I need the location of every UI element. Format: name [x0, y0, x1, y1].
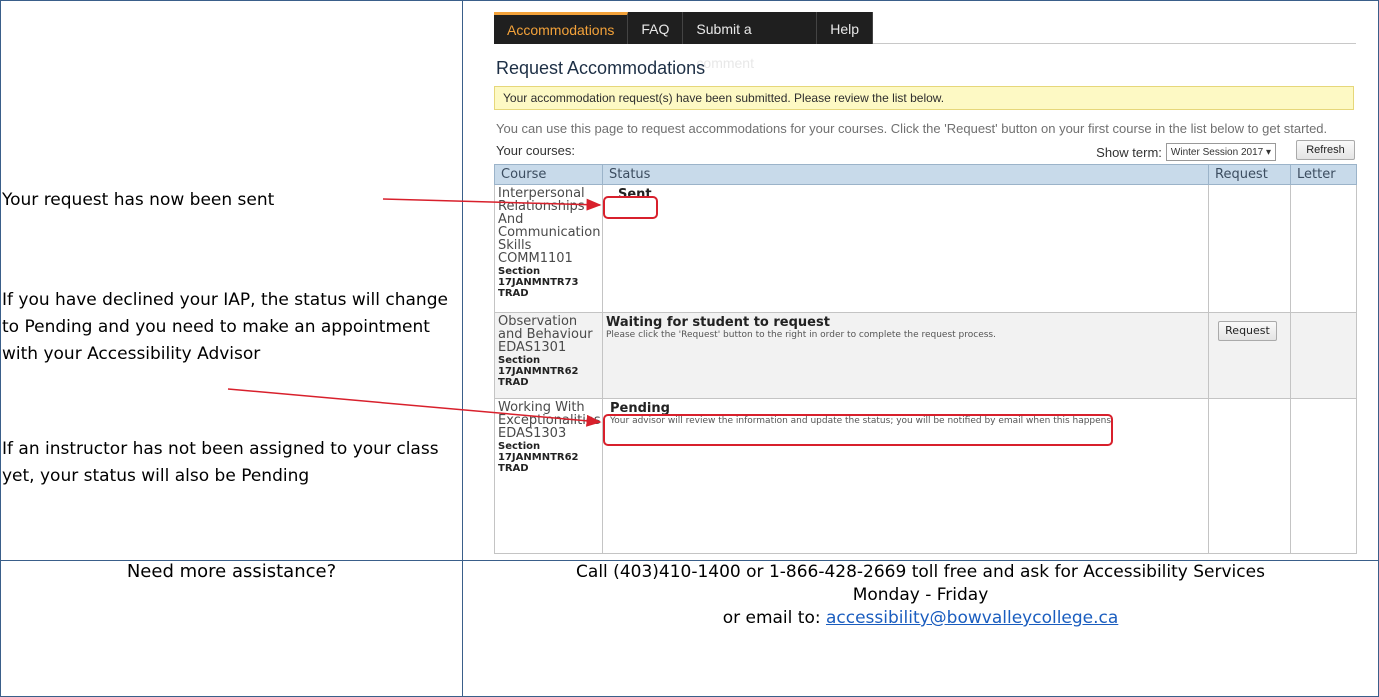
request-button[interactable]: Request — [1218, 321, 1277, 341]
status-text: Waiting for student to request — [606, 315, 830, 330]
course-section: Section 17JANMNTR62 TRAD — [498, 355, 579, 388]
pending-highlight-box — [603, 414, 1113, 446]
page-title: Request Accommodations — [496, 58, 706, 78]
courses-table: Course Status Request Letter Interperson… — [494, 164, 1357, 554]
header-status: Status — [602, 164, 1209, 185]
nav-bar: Accommodations FAQ Submit a comment Help — [494, 12, 873, 71]
course-section: Section 17JANMNTR62 TRAD — [498, 441, 579, 474]
intro-text: You can use this page to request accommo… — [496, 121, 1328, 136]
status-text: Sent — [618, 187, 652, 202]
header-letter: Letter — [1290, 164, 1357, 185]
show-term-group: Show term: Winter Session 2017 ▾ — [1096, 143, 1276, 161]
nav-divider — [873, 43, 1356, 44]
tab-faq[interactable]: FAQ — [628, 12, 684, 44]
note-sent: Your request has now been sent — [2, 190, 275, 210]
email-prefix: or email to: — [722, 608, 826, 628]
your-courses-label: Your courses: — [496, 143, 576, 158]
help-question: Need more assistance? — [126, 561, 337, 582]
header-request: Request — [1208, 164, 1291, 185]
notes-cell: Your request has now been sent If you ha… — [0, 0, 463, 561]
email-link[interactable]: accessibility@bowvalleycollege.ca — [826, 608, 1118, 628]
contact-cell: Call (403)410-1400 or 1-866-428-2669 tol… — [462, 560, 1379, 697]
course-name: Interpersonal Relationships And Communic… — [498, 186, 601, 266]
embedded-screenshot: Accommodations FAQ Submit a comment Help… — [494, 12, 1357, 556]
contact-hours: Monday - Friday — [852, 585, 989, 605]
tab-submit-comment[interactable]: Submit a comment — [683, 12, 818, 71]
request-cell: Request — [1208, 312, 1291, 399]
sent-highlight-box — [603, 196, 658, 219]
table-header-row: Course Status Request Letter — [494, 164, 1357, 185]
note-declined: If you have declined your IAP, the statu… — [2, 290, 448, 364]
success-notice: Your accommodation request(s) have been … — [494, 86, 1354, 110]
page: Your request has now been sent If you ha… — [0, 0, 1379, 697]
letter-cell — [1290, 184, 1357, 313]
status-note: Please click the 'Request' button to the… — [606, 330, 996, 340]
course-cell: Interpersonal Relationships And Communic… — [494, 184, 603, 313]
refresh-button[interactable]: Refresh — [1296, 140, 1355, 160]
course-name: Observation and Behaviour EDAS1301 — [498, 314, 593, 355]
contact-phone: Call (403)410-1400 or 1-866-428-2669 tol… — [576, 562, 1265, 582]
table-row: Observation and Behaviour EDAS1301 Secti… — [494, 312, 1357, 399]
course-name: Working With Exceptionalities EDAS1303 — [498, 400, 601, 441]
tab-help[interactable]: Help — [817, 12, 873, 44]
course-cell: Observation and Behaviour EDAS1301 Secti… — [494, 312, 603, 399]
header-course: Course — [494, 164, 603, 185]
course-cell: Working With Exceptionalities EDAS1303 S… — [494, 398, 603, 554]
show-term-label: Show term: — [1096, 144, 1162, 160]
letter-cell — [1290, 398, 1357, 554]
contact-email-line: or email to: accessibility@bowvalleycoll… — [463, 607, 1378, 630]
status-cell: Waiting for student to request Please cl… — [602, 312, 1209, 399]
request-cell — [1208, 184, 1291, 313]
status-cell: Sent — [602, 184, 1209, 313]
course-section: Section 17JANMNTR73 TRAD — [498, 266, 579, 299]
tab-accommodations[interactable]: Accommodations — [494, 12, 629, 44]
term-select[interactable]: Winter Session 2017 ▾ — [1165, 143, 1276, 161]
help-question-cell: Need more assistance? — [0, 560, 463, 697]
request-cell — [1208, 398, 1291, 554]
letter-cell — [1290, 312, 1357, 399]
note-instructor: If an instructor has not been assigned t… — [2, 439, 439, 486]
